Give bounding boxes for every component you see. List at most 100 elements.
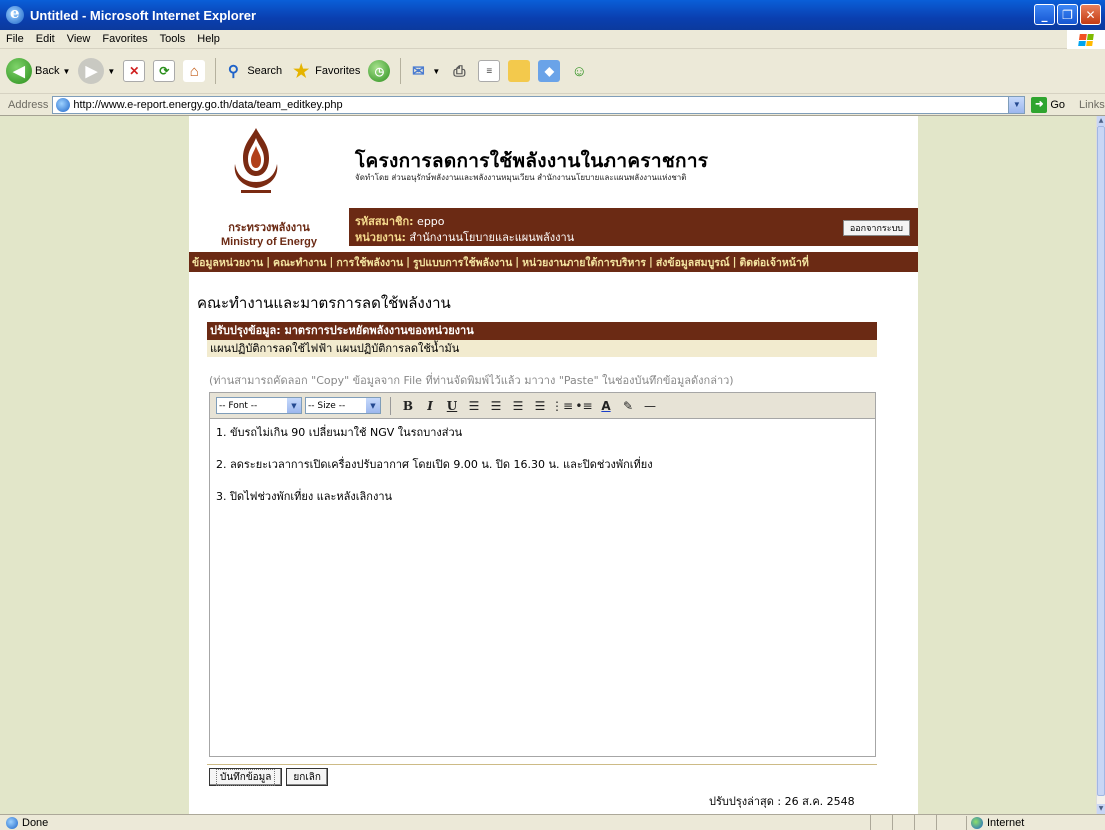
page-title: คณะทำงานและมาตรการลดใช้พลังงาน: [197, 294, 451, 312]
justify-icon[interactable]: ☰: [530, 396, 550, 416]
editor-line: 1. ขับรถไม่เกิน 90 เปลี่ยนมาใช้ NGV ในรถ…: [216, 426, 463, 439]
back-button[interactable]: ◀ Back ▼: [6, 58, 70, 84]
menu-file[interactable]: File: [0, 33, 30, 45]
search-button[interactable]: ⚲ Search: [222, 60, 282, 82]
maximize-button[interactable]: ❐: [1057, 4, 1078, 25]
nav-item-sub-units[interactable]: หน่วยงานภายใต้การบริหาร: [519, 254, 649, 271]
site-header: โครงการลดการใช้พลังงานในภาคราชการ จัดทำโ…: [189, 116, 918, 208]
nav-item-unit-info[interactable]: ข้อมูลหน่วยงาน: [189, 254, 266, 271]
research-icon: ◆: [538, 60, 561, 82]
scroll-up-icon[interactable]: ▲: [1097, 116, 1105, 126]
paste-hint: (ท่านสามารถคัดลอก "Copy" ข้อมูลจาก File …: [209, 374, 734, 387]
security-zone: Internet: [966, 816, 1024, 830]
unit-value: สำนักงานนโยบายและแผนพลังงาน: [409, 231, 575, 244]
stop-icon: ✕: [123, 60, 146, 82]
mail-button[interactable]: ✉ ▼: [407, 60, 440, 82]
vertical-scrollbar[interactable]: ▲ ▼: [1096, 116, 1105, 814]
editor-body[interactable]: 1. ขับรถไม่เกิน 90 เปลี่ยนมาใช้ NGV ในรถ…: [210, 419, 875, 527]
stop-button[interactable]: ✕: [123, 60, 146, 82]
research-button[interactable]: ◆: [538, 60, 561, 82]
forward-button[interactable]: ▶ ▼: [78, 58, 115, 84]
highlight-icon[interactable]: ✎: [618, 396, 638, 416]
rich-text-editor[interactable]: -- Font -- ▼ -- Size -- ▼ B I U ☰ ☰ ☰ ☰ …: [209, 392, 876, 757]
nav-item-working-group[interactable]: คณะทำงาน: [270, 254, 329, 271]
menu-tools[interactable]: Tools: [154, 33, 192, 45]
font-color-icon[interactable]: A: [596, 396, 616, 416]
print-button[interactable]: ⎙: [448, 60, 470, 82]
page-content: โครงการลดการใช้พลังงานในภาคราชการ จัดทำโ…: [189, 116, 918, 814]
browser-toolbar: ◀ Back ▼ ▶ ▼ ✕ ⟳ ⌂ ⚲ Search ★ Favorites …: [0, 49, 1105, 94]
align-center-icon[interactable]: ☰: [486, 396, 506, 416]
save-label: บันทึกข้อมูล: [216, 768, 276, 786]
go-arrow-icon: ➜: [1031, 96, 1048, 113]
folder-button[interactable]: [508, 60, 531, 82]
horizontal-rule-icon[interactable]: —: [640, 396, 660, 416]
home-button[interactable]: ⌂: [183, 60, 206, 82]
font-select[interactable]: -- Font -- ▼: [216, 397, 302, 414]
nav-item-submit-complete[interactable]: ส่งข้อมูลสมบูรณ์: [653, 254, 733, 271]
org-name: กระทรวงพลังงาน Ministry of Energy: [189, 218, 349, 248]
italic-icon[interactable]: I: [420, 396, 440, 416]
messenger-icon: ☺: [571, 62, 587, 80]
user-info-band: รหัสสมาชิก: eppo หน่วยงาน: สำนักงานนโยบา…: [349, 208, 918, 246]
menu-help[interactable]: Help: [191, 33, 226, 45]
size-select-value: -- Size --: [308, 400, 346, 411]
org-name-en: Ministry of Energy: [221, 236, 317, 248]
folder-icon: [508, 60, 531, 82]
chevron-down-icon[interactable]: ▼: [107, 67, 115, 76]
ministry-logo-icon: [234, 128, 278, 193]
chevron-down-icon[interactable]: ▼: [62, 67, 70, 76]
org-name-th: กระทรวงพลังงาน: [228, 221, 310, 234]
size-select[interactable]: -- Size -- ▼: [305, 397, 381, 414]
bold-icon[interactable]: B: [398, 396, 418, 416]
toolbar-separator: [400, 58, 402, 84]
chevron-down-icon[interactable]: ▼: [366, 398, 380, 413]
nav-item-contact[interactable]: ติดต่อเจ้าหน้าที่: [736, 254, 811, 271]
address-bar: Address http://www.e-report.energy.go.th…: [0, 94, 1105, 116]
address-url[interactable]: http://www.e-report.energy.go.th/data/te…: [73, 99, 342, 111]
refresh-icon: ⟳: [153, 60, 176, 82]
menu-view[interactable]: View: [61, 33, 97, 45]
logout-button[interactable]: ออกจากระบบ: [842, 220, 910, 236]
go-button[interactable]: ➜ Go: [1031, 96, 1065, 113]
page-viewport: โครงการลดการใช้พลังงานในภาคราชการ จัดทำโ…: [0, 116, 1096, 814]
unordered-list-icon[interactable]: •≡: [574, 396, 594, 416]
status-bar: Done Internet: [0, 814, 1105, 830]
nav-item-energy-use[interactable]: การใช้พลังงาน: [333, 254, 406, 271]
scroll-thumb[interactable]: [1097, 126, 1105, 796]
address-input[interactable]: http://www.e-report.energy.go.th/data/te…: [52, 95, 1026, 114]
unit-row: หน่วยงาน: สำนักงานนโยบายและแผนพลังงาน: [355, 228, 574, 246]
editor-line: 2. ลดระยะเวลาการเปิดเครื่องปรับอากาศ โดย…: [216, 458, 653, 471]
editor-line: 3. ปิดไฟช่วงพักเที่ยง และหลังเลิกงาน: [216, 490, 393, 503]
favorites-button[interactable]: ★ Favorites: [290, 60, 360, 82]
edit-button[interactable]: ≡: [478, 60, 501, 82]
menu-favorites[interactable]: Favorites: [96, 33, 153, 45]
home-icon: ⌂: [183, 60, 206, 82]
chevron-down-icon[interactable]: ▼: [432, 67, 440, 76]
scroll-down-icon[interactable]: ▼: [1097, 804, 1105, 814]
save-button[interactable]: บันทึกข้อมูล: [209, 768, 283, 786]
history-button[interactable]: ◷: [368, 60, 391, 82]
minimize-button[interactable]: _: [1034, 4, 1055, 25]
member-label: รหัสสมาชิก:: [355, 215, 414, 228]
messenger-button[interactable]: ☺: [568, 60, 590, 82]
zone-label: Internet: [987, 817, 1025, 829]
align-right-icon[interactable]: ☰: [508, 396, 528, 416]
menu-edit[interactable]: Edit: [30, 33, 61, 45]
menu-bar: File Edit View Favorites Tools Help: [0, 30, 1105, 49]
ordered-list-icon[interactable]: ⋮≡: [551, 396, 573, 416]
chevron-down-icon[interactable]: ▼: [287, 398, 301, 413]
mail-icon: ✉: [412, 63, 425, 80]
cancel-button[interactable]: ยกเลิก: [286, 768, 328, 786]
windows-logo-icon: [1067, 30, 1105, 49]
font-select-value: -- Font --: [219, 400, 258, 411]
print-icon: ⎙: [453, 62, 466, 80]
nav-item-usage-pattern[interactable]: รูปแบบการใช้พลังงาน: [410, 254, 515, 271]
close-button[interactable]: ✕: [1080, 4, 1101, 25]
refresh-button[interactable]: ⟳: [153, 60, 176, 82]
internet-globe-icon: [971, 817, 983, 829]
address-dropdown-icon[interactable]: ▼: [1008, 96, 1025, 113]
underline-icon[interactable]: U: [442, 396, 462, 416]
align-left-icon[interactable]: ☰: [464, 396, 484, 416]
links-button[interactable]: Links: [1079, 99, 1105, 111]
